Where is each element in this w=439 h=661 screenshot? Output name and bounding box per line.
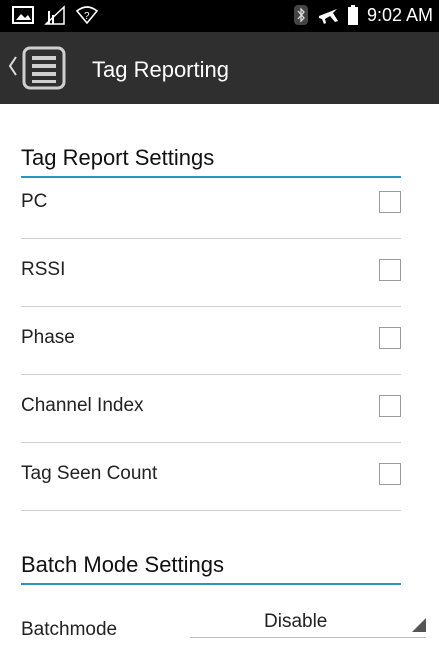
batch-mode-settings-header: Batch Mode Settings — [21, 552, 401, 585]
signal-icon — [44, 5, 66, 25]
phase-checkbox[interactable] — [379, 327, 401, 349]
dropdown-triangle-icon — [412, 618, 426, 637]
wifi-unknown-icon: ? — [76, 6, 98, 24]
setting-label: Tag Seen Count — [21, 463, 158, 484]
setting-label: Channel Index — [21, 395, 144, 416]
page-title: Tag Reporting — [92, 57, 229, 82]
back-chevron-icon[interactable] — [8, 55, 18, 82]
app-list-icon[interactable] — [20, 46, 68, 95]
status-bar: ? 9:02 AM — [0, 0, 439, 32]
airplane-mode-icon — [317, 5, 339, 25]
channel-index-checkbox[interactable] — [379, 395, 401, 417]
rssi-checkbox[interactable] — [379, 259, 401, 281]
action-bar: Tag Reporting — [0, 32, 439, 104]
setting-label: Phase — [21, 327, 75, 348]
batchmode-dropdown[interactable]: Disable — [190, 607, 426, 638]
image-notification-icon — [12, 6, 34, 24]
clock-time: 9:02 AM — [366, 5, 433, 25]
setting-row-tag-seen-count[interactable]: Tag Seen Count — [21, 443, 401, 511]
pc-checkbox[interactable] — [379, 191, 401, 213]
battery-icon — [347, 5, 358, 25]
batchmode-selected-value: Disable — [264, 611, 328, 632]
tag-seen-count-checkbox[interactable] — [379, 463, 401, 485]
setting-label: RSSI — [21, 259, 66, 280]
setting-row-phase[interactable]: Phase — [21, 307, 401, 375]
batchmode-label: Batchmode — [21, 619, 118, 640]
bluetooth-icon — [293, 5, 308, 25]
setting-row-pc[interactable]: PC — [21, 171, 401, 239]
svg-text:?: ? — [84, 11, 90, 22]
setting-label: PC — [21, 191, 48, 212]
setting-row-rssi[interactable]: RSSI — [21, 239, 401, 307]
setting-row-channel-index[interactable]: Channel Index — [21, 375, 401, 443]
